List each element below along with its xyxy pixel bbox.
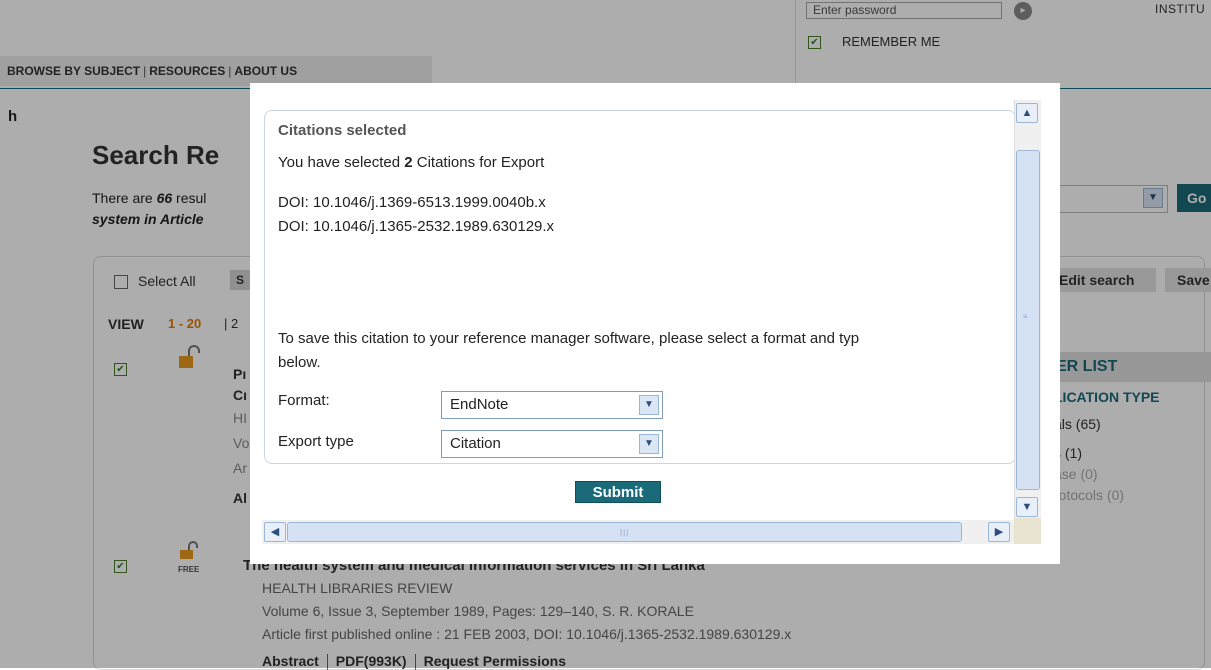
scroll-grip-icon: ≡ (1023, 312, 1029, 321)
export-type-label: Export type (278, 433, 354, 450)
format-select[interactable]: EndNote (441, 391, 663, 419)
page-root: Enter password ▸ INSTITU ✔ REMEMBER ME B… (0, 0, 1211, 670)
selected-doi: DOI: 10.1046/j.1365-2532.1989.630129.x (278, 218, 555, 235)
format-selected-value: EndNote (450, 396, 509, 413)
selected-doi: DOI: 10.1046/j.1369-6513.1999.0040b.x (278, 194, 546, 211)
scroll-left-icon[interactable]: ◀ (264, 522, 286, 542)
chevron-down-icon[interactable]: ▼ (639, 395, 659, 415)
selected-suffix: Citations for Export (412, 154, 545, 171)
scroll-grip-icon: ||| (620, 528, 630, 537)
selected-prefix: You have selected (278, 154, 405, 171)
scroll-right-icon[interactable]: ▶ (988, 522, 1010, 542)
dialog-title: Citations selected (278, 122, 407, 139)
selected-count-text: You have selected 2 Citations for Export (278, 154, 544, 171)
save-instructions-line2: below. (278, 354, 321, 371)
format-label: Format: (278, 392, 330, 409)
export-type-select[interactable]: Citation (441, 430, 663, 458)
save-instructions: To save this citation to your reference … (278, 330, 860, 347)
submit-button[interactable]: Submit (575, 481, 661, 503)
export-type-selected-value: Citation (450, 435, 501, 452)
selected-count: 2 (404, 154, 413, 171)
chevron-down-icon[interactable]: ▼ (639, 434, 659, 454)
scroll-down-icon[interactable]: ▼ (1016, 497, 1038, 517)
scroll-up-icon[interactable]: ▲ (1016, 103, 1038, 123)
scrollbar-corner (1014, 518, 1041, 544)
